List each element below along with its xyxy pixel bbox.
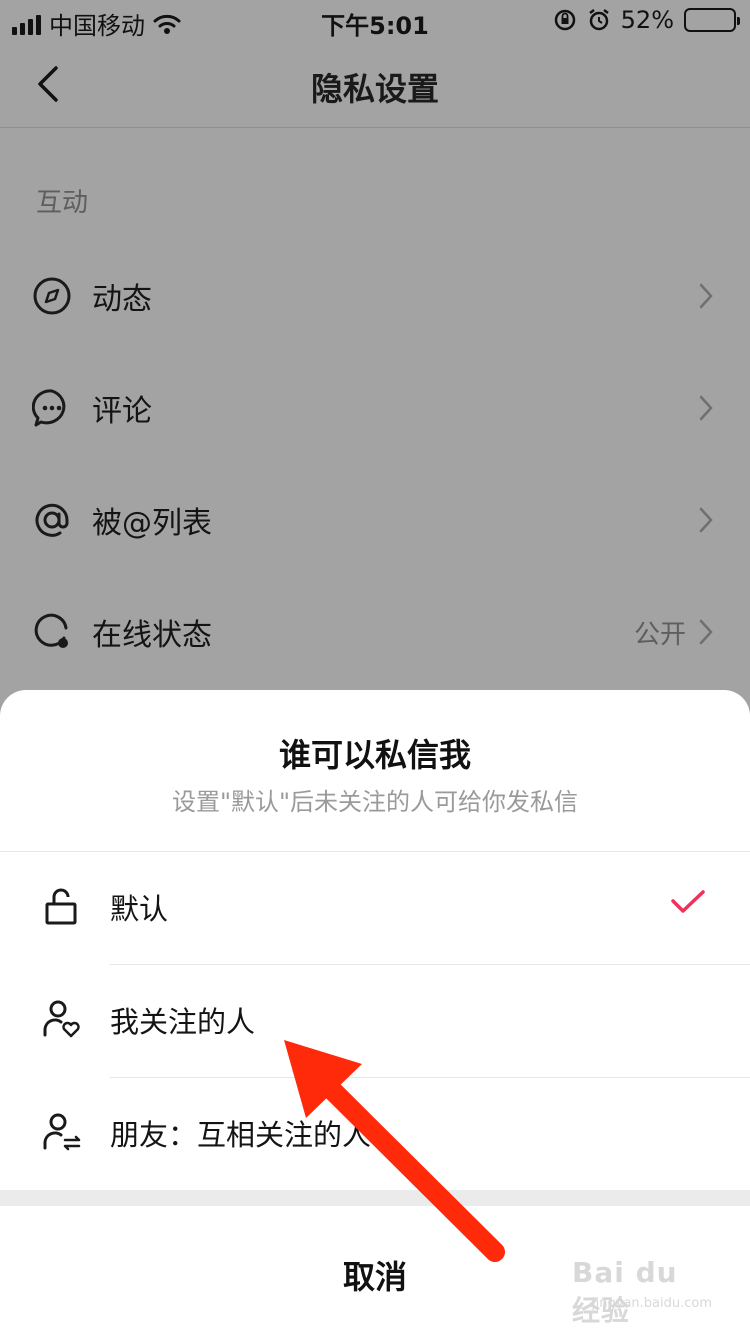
- option-default[interactable]: 默认: [0, 852, 750, 964]
- chevron-right-icon: [699, 619, 713, 645]
- option-following[interactable]: 我关注的人: [0, 965, 750, 1077]
- row-value: 公开: [633, 620, 686, 650]
- battery-percent: 52%: [620, 6, 674, 34]
- at-icon: [35, 503, 69, 537]
- nav-header: 隐私设置: [0, 40, 750, 128]
- row-label: 评论: [92, 394, 152, 429]
- settings-row-online-status[interactable]: 在线状态 公开: [0, 592, 750, 672]
- section-label: 互动: [36, 188, 89, 218]
- unlock-icon: [45, 888, 77, 925]
- online-status-icon: [34, 613, 68, 648]
- settings-row-comments[interactable]: 评论: [0, 368, 750, 448]
- row-label: 被@列表: [92, 506, 212, 541]
- row-label: 动态: [92, 282, 152, 317]
- option-friends[interactable]: 朋友：互相关注的人: [0, 1078, 750, 1190]
- settings-row-mentions[interactable]: 被@列表: [0, 480, 750, 560]
- chevron-right-icon: [699, 507, 713, 533]
- option-label: 默认: [110, 892, 169, 926]
- page-title: 隐私设置: [310, 70, 439, 108]
- row-label: 在线状态: [92, 618, 212, 653]
- chevron-right-icon: [699, 395, 713, 421]
- sheet-subtitle: 设置"默认"后未关注的人可给你发私信: [171, 788, 579, 816]
- action-sheet: 谁可以私信我 设置"默认"后未关注的人可给你发私信 默认 我关注的人 朋友：互相…: [0, 690, 750, 1334]
- user-heart-icon: [43, 1000, 80, 1038]
- status-right: 52%: [553, 6, 740, 34]
- sheet-title: 谁可以私信我: [278, 736, 471, 774]
- battery-icon: [684, 8, 740, 32]
- user-mutual-icon: [43, 1113, 81, 1151]
- compass-icon: [33, 277, 71, 315]
- status-bar: 中国移动 下午5:01 52%: [0, 0, 750, 40]
- comment-icon: [32, 389, 66, 427]
- orientation-lock-icon: [554, 9, 575, 31]
- sheet-separator: [0, 1190, 750, 1206]
- watermark-logo: Bai du 经验 jingyan.baidu.com: [572, 1256, 712, 1327]
- watermark-brand: Bai du 经验: [572, 1256, 678, 1327]
- option-label: 朋友：互相关注的人: [110, 1118, 372, 1152]
- watermark-url: jingyan.baidu.com: [592, 1296, 712, 1311]
- check-icon: [671, 890, 705, 913]
- settings-row-moments[interactable]: 动态: [0, 256, 750, 336]
- chevron-right-icon: [699, 283, 713, 309]
- option-label: 我关注的人: [110, 1005, 256, 1039]
- alarm-icon: [588, 9, 609, 31]
